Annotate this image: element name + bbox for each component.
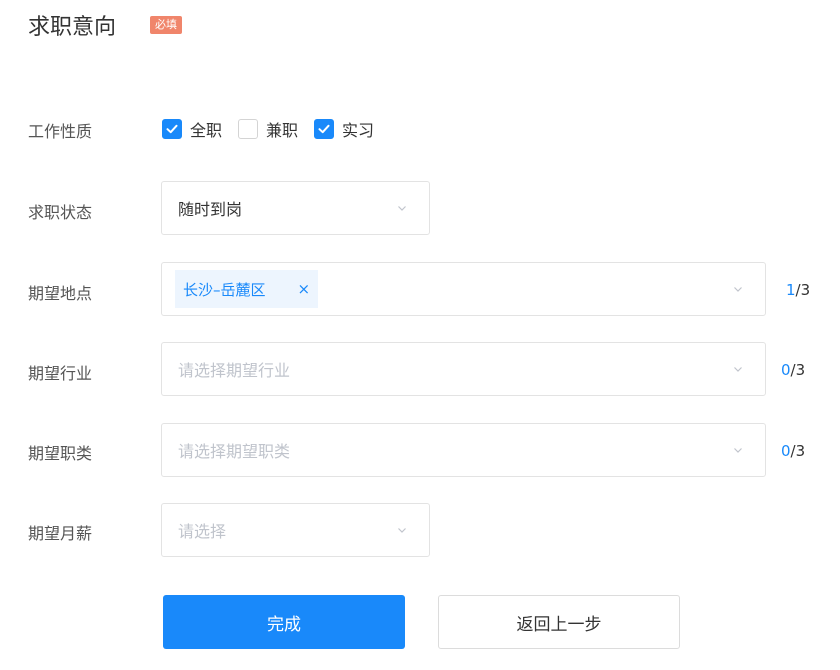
job-category-max: /3 bbox=[790, 442, 806, 460]
salary-placeholder: 请选择 bbox=[178, 522, 227, 541]
job-category-count: 0 bbox=[781, 442, 791, 460]
job-category-counter: 0/3 bbox=[781, 442, 805, 460]
job-category-placeholder: 请选择期望职类 bbox=[178, 442, 291, 461]
checkbox-parttime-label: 兼职 bbox=[266, 121, 299, 140]
job-status-label: 求职状态 bbox=[28, 203, 93, 222]
required-badge: 必填 bbox=[150, 16, 183, 34]
job-category-select[interactable]: 请选择期望职类 bbox=[161, 423, 766, 477]
location-count: 1 bbox=[786, 281, 796, 299]
checkbox-internship-label: 实习 bbox=[342, 121, 375, 140]
salary-label: 期望月薪 bbox=[28, 524, 93, 543]
checkmark-icon bbox=[166, 124, 178, 134]
checkbox-fulltime-label: 全职 bbox=[190, 121, 223, 140]
industry-count: 0 bbox=[781, 361, 791, 379]
location-max: /3 bbox=[795, 281, 811, 299]
close-icon[interactable]: × bbox=[298, 280, 311, 298]
checkbox-fulltime-box[interactable] bbox=[162, 119, 182, 139]
location-tag-label: 长沙–岳麓区 bbox=[183, 280, 266, 299]
industry-counter: 0/3 bbox=[781, 361, 805, 379]
job-intention-form: 求职意向 必填 工作性质 全职 兼职 实习 求职状态 随时到岗 期望地点 长沙–… bbox=[0, 0, 840, 670]
location-label: 期望地点 bbox=[28, 284, 93, 303]
job-category-label: 期望职类 bbox=[28, 444, 93, 463]
industry-placeholder: 请选择期望行业 bbox=[178, 361, 291, 380]
finish-button[interactable]: 完成 bbox=[163, 595, 405, 649]
location-tag: 长沙–岳麓区 × bbox=[175, 270, 319, 308]
chevron-down-icon bbox=[734, 287, 742, 292]
industry-select[interactable]: 请选择期望行业 bbox=[161, 342, 766, 396]
work-nature-checkbox-group: 全职 兼职 实习 bbox=[162, 117, 390, 141]
work-nature-label: 工作性质 bbox=[28, 122, 93, 141]
back-button[interactable]: 返回上一步 bbox=[438, 595, 680, 649]
location-select[interactable]: 长沙–岳麓区 × bbox=[161, 262, 766, 316]
checkbox-fulltime[interactable]: 全职 bbox=[162, 117, 222, 141]
industry-label: 期望行业 bbox=[28, 364, 93, 383]
section-header: 求职意向 必填 bbox=[28, 10, 183, 40]
checkbox-internship[interactable]: 实习 bbox=[314, 117, 374, 141]
industry-max: /3 bbox=[790, 361, 806, 379]
page-title: 求职意向 bbox=[28, 15, 117, 40]
location-counter: 1/3 bbox=[786, 281, 810, 299]
chevron-down-icon bbox=[398, 528, 406, 533]
chevron-down-icon bbox=[734, 448, 742, 453]
job-status-select[interactable]: 随时到岗 bbox=[161, 181, 430, 235]
checkbox-internship-box[interactable] bbox=[314, 119, 335, 139]
checkmark-icon bbox=[318, 124, 330, 134]
salary-select[interactable]: 请选择 bbox=[161, 503, 430, 557]
chevron-down-icon bbox=[734, 367, 742, 372]
checkbox-parttime-box[interactable] bbox=[238, 119, 259, 139]
job-status-value: 随时到岗 bbox=[178, 200, 243, 219]
checkbox-parttime[interactable]: 兼职 bbox=[238, 117, 298, 141]
chevron-down-icon bbox=[398, 206, 406, 211]
